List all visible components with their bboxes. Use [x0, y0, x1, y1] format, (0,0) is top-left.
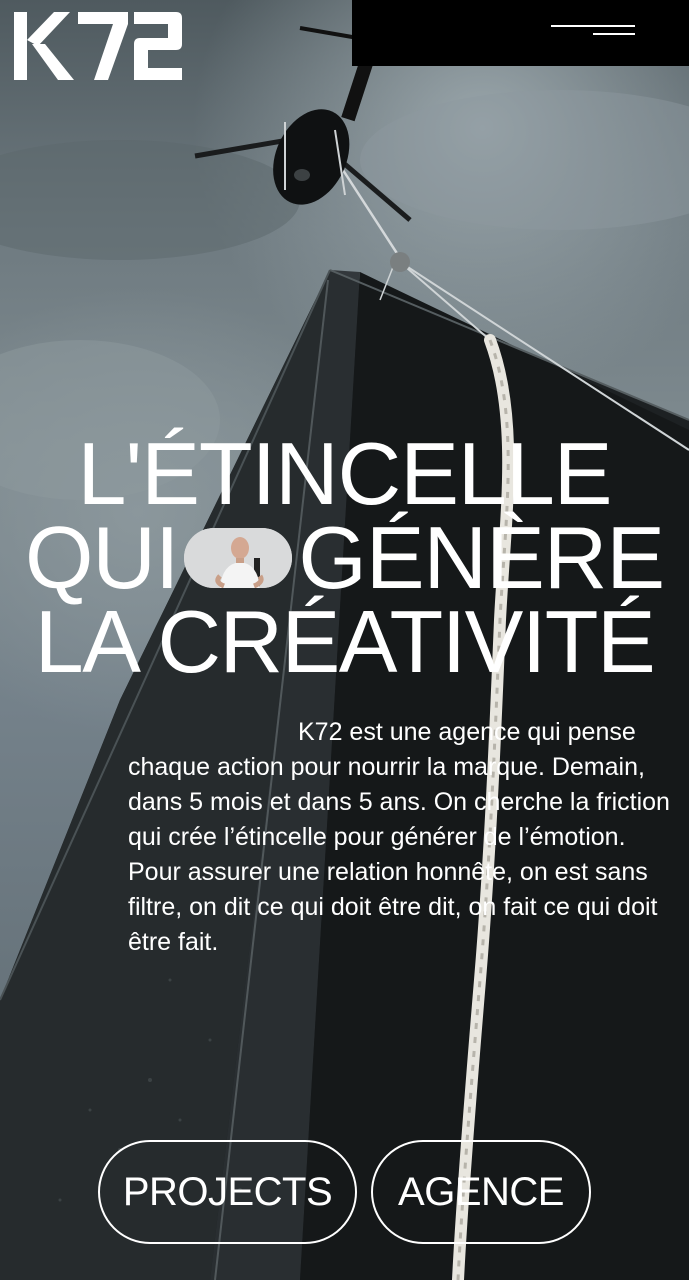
headline-word-qui: QUI — [24, 508, 179, 607]
agency-intro-text: K72 est une agence qui pense chaque acti… — [128, 718, 670, 956]
hamburger-menu-icon[interactable] — [549, 22, 635, 44]
headline-line-1: L'ÉTINCELLE — [77, 424, 612, 523]
k72-logo[interactable] — [12, 10, 184, 82]
inline-portrait-video — [184, 528, 293, 588]
headline-line-2: QUI GÉNÈRE — [0, 508, 689, 607]
agence-button[interactable]: AGENCE — [371, 1140, 591, 1244]
menu-line-top — [551, 25, 635, 27]
headline-word-genere: GÉNÈRE — [298, 508, 665, 607]
portrait-thumbnail — [184, 528, 293, 588]
projects-button[interactable]: PROJECTS — [98, 1140, 357, 1244]
hero-headline: L'ÉTINCELLE QUI GÉNÈRE LA CRÉATIVITÉ — [0, 424, 689, 691]
menu-bar — [352, 0, 689, 66]
headline-line-3: LA CRÉATIVITÉ — [34, 592, 656, 691]
k72-logo-mark — [14, 12, 182, 80]
menu-line-bottom — [593, 33, 635, 35]
